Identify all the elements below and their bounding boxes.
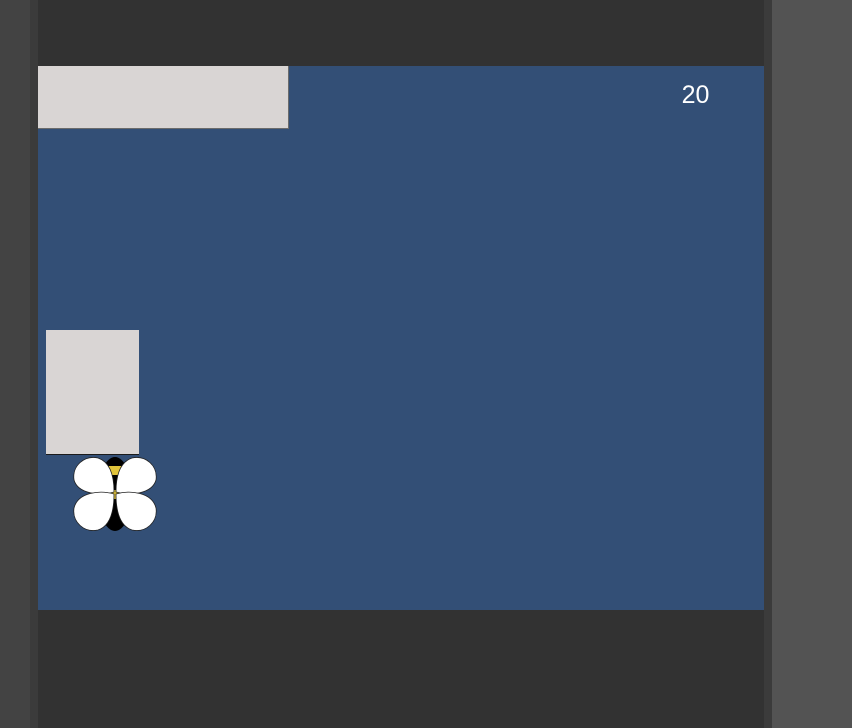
obstacle-block-top [38,66,289,129]
window-right-gutter [772,0,852,728]
game-stage[interactable]: 20 [38,66,764,610]
window-right-edge [764,0,772,728]
obstacle-block-left [46,330,139,455]
bee-icon[interactable] [72,454,158,534]
score-counter: 20 [681,81,710,109]
window-left-edge [30,0,38,728]
window-left-gutter [0,0,30,728]
